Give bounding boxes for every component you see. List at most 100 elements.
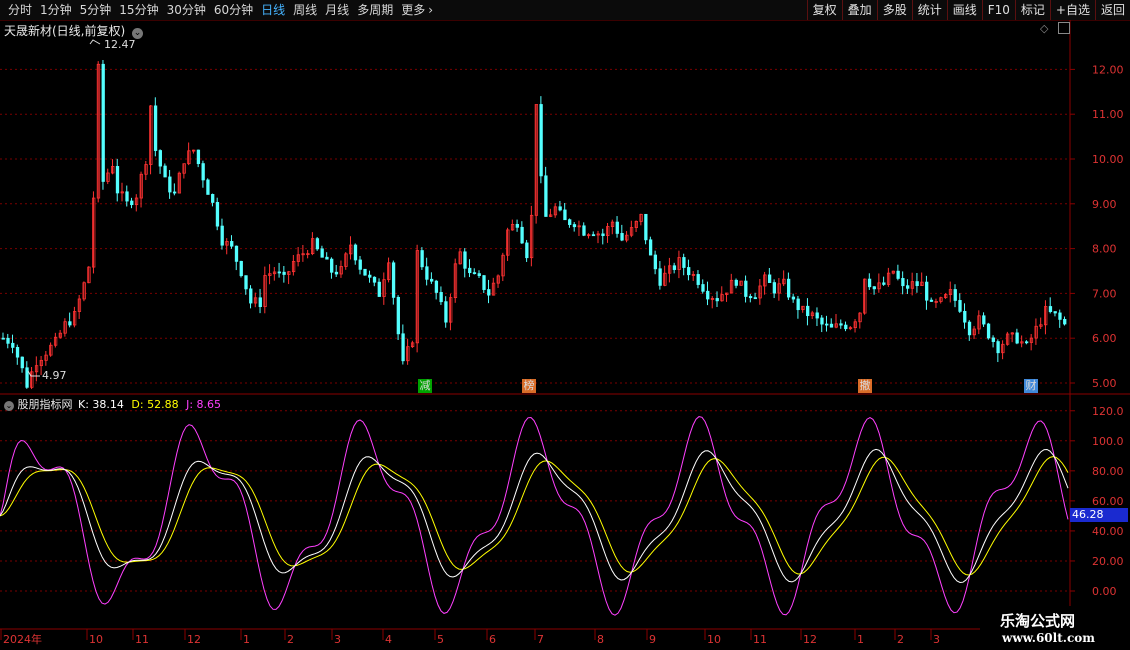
candle-body — [172, 191, 177, 194]
candle-body — [325, 256, 329, 260]
candle-body — [315, 238, 320, 250]
candle-body — [125, 191, 129, 202]
time-tick-label: 6 — [489, 633, 496, 646]
price-tick-label: 5.00 — [1092, 377, 1117, 390]
candle-body — [25, 367, 29, 388]
candle-body — [563, 209, 567, 221]
candle-body — [377, 281, 381, 297]
indicator-tick-label: 80.00 — [1092, 465, 1124, 478]
candle-body — [925, 281, 929, 301]
candle-body — [334, 271, 339, 275]
candle-body — [158, 150, 162, 167]
candle-body — [330, 258, 334, 273]
price-tick-label: 8.00 — [1092, 243, 1117, 256]
candle-body — [358, 259, 362, 270]
candle-body — [696, 274, 700, 285]
d-line — [0, 456, 1069, 576]
time-tick-label: 4 — [385, 633, 392, 646]
indicator-header: ⌄ 股朋指标网 K: 38.14 D: 52.88 J: 8.65 — [4, 396, 221, 412]
candle-body — [829, 323, 834, 328]
candle-body — [806, 305, 810, 317]
candle-body — [867, 278, 872, 288]
candle-body — [748, 296, 753, 299]
candle-body — [196, 149, 201, 165]
candle-body — [1, 337, 5, 340]
j-value: J: 8.65 — [186, 398, 222, 411]
candle-body — [429, 278, 434, 282]
candle-body — [958, 300, 962, 312]
candle-body — [201, 163, 205, 181]
candle-body — [896, 270, 900, 279]
candle-body — [658, 268, 662, 286]
candle-body — [682, 257, 686, 268]
stock-chart[interactable]: 12.0011.0010.009.008.007.006.005.00120.0… — [0, 0, 1130, 650]
indicator-tick-label: 0.00 — [1092, 585, 1117, 598]
candle-body — [882, 282, 886, 285]
candle-body — [353, 244, 358, 261]
candle-body — [825, 323, 829, 326]
candle-body — [15, 347, 20, 358]
price-tick-label: 9.00 — [1092, 198, 1117, 211]
high-price-label: 12.47 — [104, 38, 136, 51]
candle-body — [1053, 311, 1057, 314]
candle-body — [468, 267, 472, 274]
time-tick-label: 7 — [537, 633, 544, 646]
candle-body — [967, 321, 972, 336]
indicator-settings-icon[interactable]: ⌄ — [4, 401, 14, 411]
candle-body — [215, 202, 220, 227]
candle-body — [282, 271, 286, 275]
diamond-icon[interactable]: ◇ — [1040, 22, 1048, 35]
time-tick-label: 3 — [334, 633, 341, 646]
indicator-tick-label: 100.0 — [1092, 435, 1124, 448]
candle-body — [672, 265, 677, 270]
indicator-tick-label: 40.00 — [1092, 525, 1124, 538]
candle-body — [525, 242, 529, 259]
candle-body — [615, 221, 619, 234]
candle-body — [787, 278, 791, 298]
candle-body — [544, 175, 548, 217]
candle-body — [734, 279, 738, 286]
candle-body — [520, 226, 524, 244]
candle-body — [715, 298, 719, 302]
candle-body — [744, 280, 748, 297]
candle-body — [391, 262, 396, 298]
time-tick-label: 3 — [933, 633, 940, 646]
time-tick-label: 2 — [287, 633, 294, 646]
event-marker[interactable]: 撤 — [858, 379, 872, 393]
time-tick-label: 1 — [243, 633, 250, 646]
candle-body — [901, 278, 905, 287]
high-label-pointer — [89, 39, 101, 45]
candle-body — [558, 206, 562, 211]
candle-body — [230, 241, 234, 247]
candle-body — [820, 317, 824, 325]
candle-body — [277, 271, 281, 274]
window-toggle-icon[interactable] — [1058, 22, 1070, 34]
low-price-label: 4.97 — [42, 369, 67, 382]
event-marker[interactable]: 财 — [1024, 379, 1038, 393]
candle-body — [487, 289, 491, 296]
time-tick-label: 10 — [707, 633, 721, 646]
candle-body — [444, 301, 448, 323]
candle-body — [568, 219, 572, 225]
watermark-title: 乐淘公式网 — [1000, 612, 1076, 630]
event-marker[interactable]: 减 — [418, 379, 432, 393]
time-tick-label: 5 — [437, 633, 444, 646]
time-tick-label: 8 — [597, 633, 604, 646]
indicator-tick-label: 120.0 — [1092, 405, 1124, 418]
price-tick-label: 12.00 — [1092, 63, 1124, 76]
candle-body — [929, 299, 934, 302]
k-value: K: 38.14 — [78, 398, 124, 411]
candle-body — [234, 245, 239, 262]
candle-body — [6, 337, 10, 344]
candle-body — [582, 225, 586, 236]
candle-body — [153, 105, 158, 151]
candle-body — [244, 275, 248, 290]
candle-body — [601, 233, 605, 237]
time-tick-label: 12 — [187, 633, 201, 646]
current-value-badge: 46.28 — [1070, 508, 1128, 522]
candle-body — [163, 165, 167, 178]
candle-body — [539, 104, 543, 177]
candle-body — [101, 63, 105, 182]
candle-body — [620, 233, 624, 241]
event-marker[interactable]: 榜 — [522, 379, 536, 393]
